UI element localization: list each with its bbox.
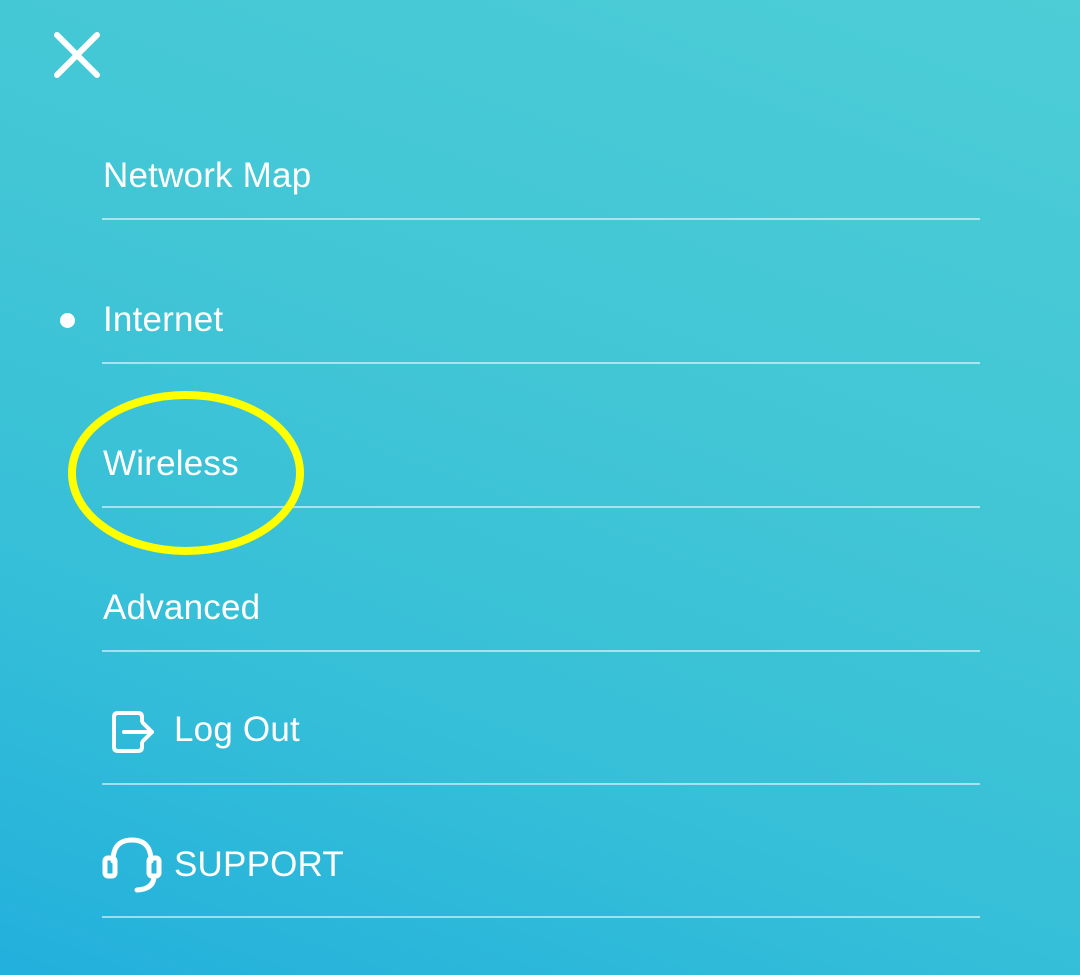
active-indicator-dot: [60, 313, 75, 328]
navigation-menu: Network Map Internet Wireless Advanced L…: [0, 0, 1080, 975]
menu-item-log-out[interactable]: Log Out: [102, 694, 980, 785]
menu-item-label: Network Map: [103, 156, 312, 195]
menu-item-support[interactable]: SUPPORT: [102, 827, 980, 918]
menu-item-wireless[interactable]: Wireless: [102, 428, 980, 508]
menu-item-network-map[interactable]: Network Map: [102, 140, 980, 220]
menu-item-label: Internet: [103, 300, 224, 339]
menu-item-internet[interactable]: Internet: [102, 284, 980, 364]
headset-icon: [102, 837, 162, 893]
menu-item-label: Advanced: [103, 588, 261, 627]
logout-icon: [112, 711, 154, 753]
menu-item-label: SUPPORT: [174, 845, 344, 884]
menu-item-advanced[interactable]: Advanced: [102, 572, 980, 652]
menu-item-label: Wireless: [103, 444, 239, 483]
menu-item-label: Log Out: [174, 710, 300, 749]
